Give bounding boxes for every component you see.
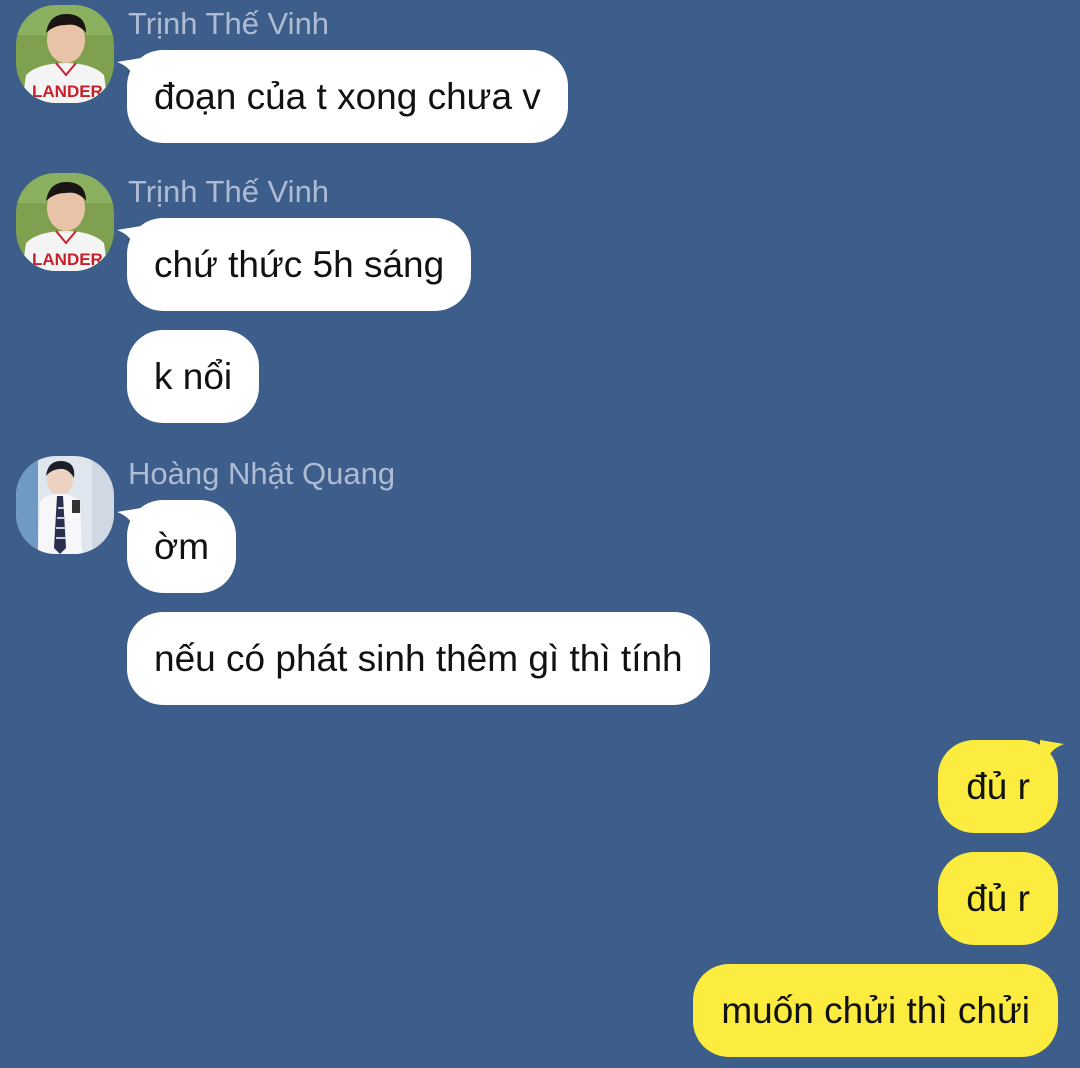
baseball-player-avatar-icon: LANDER — [16, 5, 114, 103]
sender-name: Trịnh Thế Vinh — [128, 174, 330, 209]
sender-avatar[interactable]: LANDER — [16, 173, 114, 271]
my-message-bubble[interactable]: muốn chửi thì chửi — [693, 964, 1058, 1057]
sender-name: Hoàng Nhật Quang — [128, 456, 396, 491]
my-message-bubble[interactable]: đủ r — [938, 852, 1058, 945]
message-bubble[interactable]: nếu có phát sinh thêm gì thì tính — [127, 612, 710, 705]
message-bubble[interactable]: đoạn của t xong chưa v — [127, 50, 568, 143]
my-message-bubble[interactable]: đủ r — [938, 740, 1058, 833]
message-bubble[interactable]: k nổi — [127, 330, 260, 423]
sender-name: Trịnh Thế Vinh — [128, 6, 330, 41]
svg-text:LANDER: LANDER — [32, 82, 103, 101]
sender-avatar[interactable]: LANDER — [16, 5, 114, 103]
message-bubble[interactable]: ờm — [127, 500, 237, 593]
svg-text:LANDER: LANDER — [32, 250, 103, 269]
baseball-player-avatar-icon: LANDER — [16, 173, 114, 271]
sender-avatar[interactable] — [16, 456, 114, 554]
student-phone-avatar-icon — [16, 456, 114, 554]
message-bubble[interactable]: chứ thức 5h sáng — [127, 218, 472, 311]
